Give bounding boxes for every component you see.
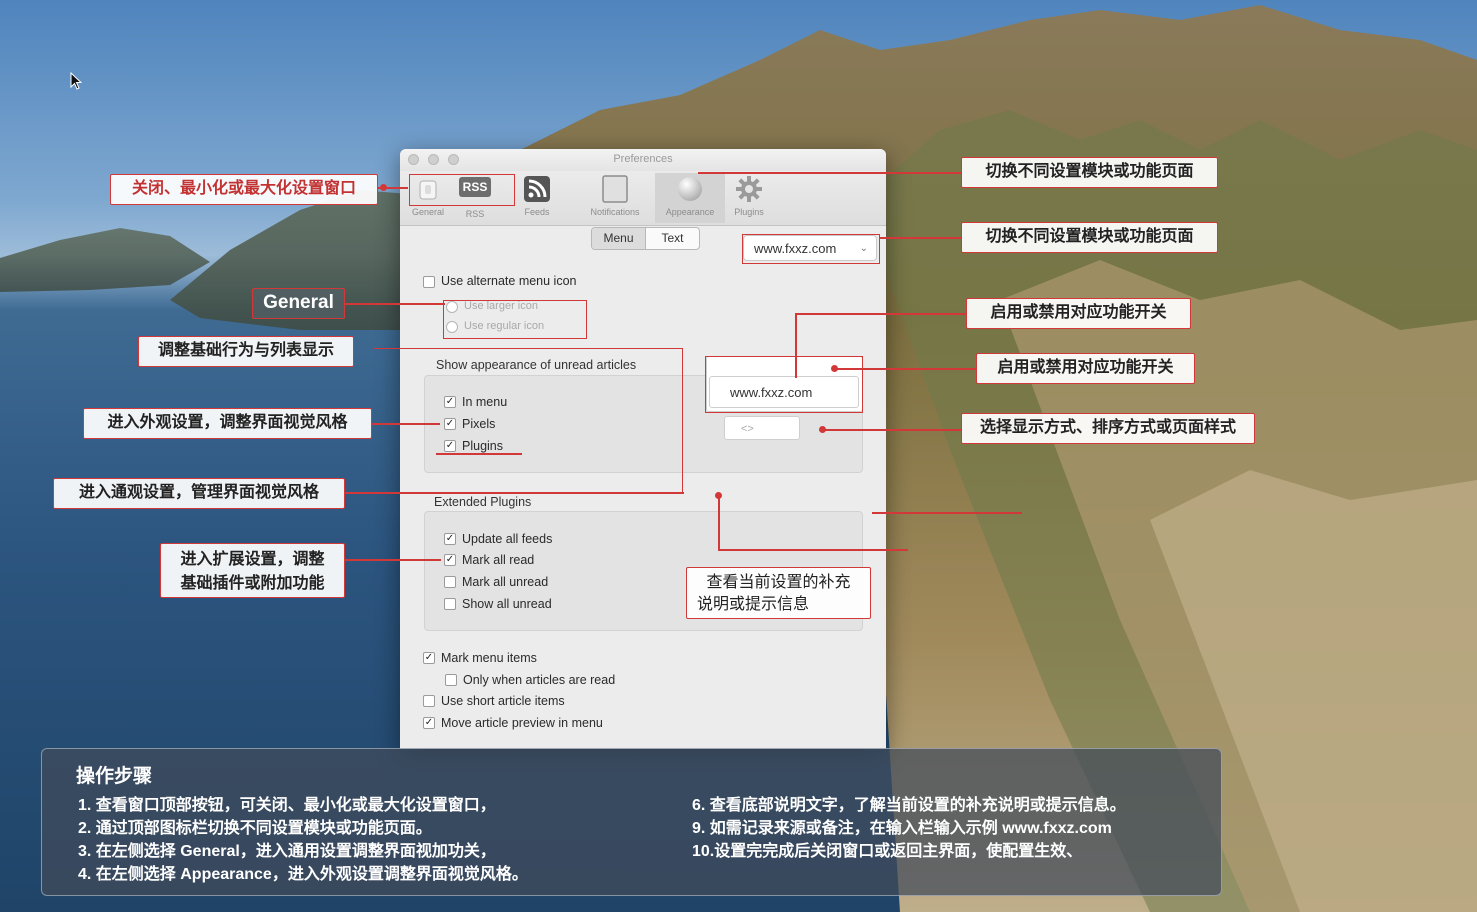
connector-line: [795, 313, 966, 315]
callout-display-mode: 选择显示方式、排序方式或页面样式: [961, 413, 1255, 444]
mark-all-unread-label: Mark all unread: [462, 575, 549, 589]
connector-dot: [831, 365, 838, 372]
extended-section-title: Extended Plugins: [434, 495, 532, 509]
step-item: 1. 查看窗口顶部按钮，可关闭、最小化或最大化设置窗口，: [78, 797, 496, 814]
alternate-menu-icon-label: Use alternate menu icon: [441, 274, 577, 288]
mark-menu-items-checkbox[interactable]: ✓: [423, 652, 435, 664]
mark-menu-items-label: Mark menu items: [441, 651, 537, 665]
connector-line: [718, 496, 720, 550]
gear-icon: [735, 175, 763, 203]
tab-plugins[interactable]: Plugins: [714, 173, 784, 223]
connector-dot: [380, 184, 387, 191]
short-article-items-label: Use short article items: [441, 694, 565, 708]
connector-line: [345, 303, 445, 305]
connector-line: [795, 313, 797, 378]
callout-window-controls: 关闭、最小化或最大化设置窗口: [110, 174, 378, 205]
callout-general-visual: 进入通观设置，管理界面视觉风格: [53, 478, 345, 509]
highlight-dropdown: [742, 234, 880, 264]
connector-dot: [819, 426, 826, 433]
notifications-icon: [601, 175, 629, 203]
step-item: 2. 通过顶部图标栏切换不同设置模块或功能页面。: [78, 820, 432, 837]
connector-line: [835, 368, 976, 370]
short-article-items-checkbox[interactable]: [423, 695, 435, 707]
step-item: 10.设置完完成后关闭窗口或返回主界面，使配置生效、: [692, 843, 1083, 860]
connector-line: [436, 453, 522, 455]
window-title: Preferences: [613, 153, 673, 165]
format-input[interactable]: <>: [724, 416, 800, 440]
callout-general: General: [252, 288, 345, 319]
callout-toggle-1: 启用或禁用对应功能开关: [966, 298, 1191, 329]
steps-title: 操作步骤: [76, 766, 153, 787]
callout-switch-modules-2: 切换不同设置模块或功能页面: [961, 222, 1218, 253]
connector-line: [718, 549, 908, 551]
step-item: 3. 在左侧选择 General，进入通用设置调整界面视加功关，: [78, 843, 496, 860]
tab-label: RSS: [465, 209, 485, 219]
step-item: 4. 在左侧选择 Appearance，进入外观设置调整界面视觉风格。: [78, 866, 528, 883]
highlight-toolbar-left: [409, 174, 515, 206]
callout-toggle-2: 启用或禁用对应功能开关: [976, 353, 1195, 384]
connector-line: [345, 492, 684, 494]
callout-extension-line2: 基础插件或附加功能: [180, 575, 325, 592]
step-item: 6. 查看底部说明文字，了解当前设置的补充说明或提示信息。: [692, 797, 1126, 814]
segment-menu[interactable]: Menu: [592, 228, 646, 249]
callout-basic-behavior: 调整基础行为与列表显示: [138, 336, 354, 367]
show-all-unread-label: Show all unread: [462, 597, 552, 611]
tab-label: Notifications: [590, 207, 640, 217]
highlight-radio-options: [443, 300, 587, 339]
callout-info-line2: 说明或提示信息: [697, 596, 810, 613]
menu-text-segmented-control: Menu Text: [591, 227, 700, 250]
callout-info-line1: 查看当前设置的补充: [706, 574, 851, 591]
only-when-read-checkbox[interactable]: [445, 674, 457, 686]
steps-panel: 操作步骤 1. 查看窗口顶部按钮，可关闭、最小化或最大化设置窗口， 2. 通过顶…: [41, 748, 1222, 896]
segment-text[interactable]: Text: [646, 228, 699, 249]
callout-extension-line1: 进入扩展设置，调整: [180, 551, 325, 568]
connector-line: [698, 172, 961, 174]
highlight-unread-section: [374, 348, 683, 493]
only-when-read-label: Only when articles are read: [463, 673, 616, 687]
alternate-menu-icon-checkbox[interactable]: [423, 276, 435, 288]
mark-all-unread-checkbox[interactable]: [444, 576, 456, 588]
connector-line: [872, 512, 1022, 514]
update-all-feeds-checkbox[interactable]: ✓: [444, 533, 456, 545]
connector-line: [372, 423, 440, 425]
appearance-icon: [676, 175, 704, 203]
highlight-url-field: [705, 356, 863, 413]
callout-extension: 进入扩展设置，调整 基础插件或附加功能: [160, 543, 345, 598]
mouse-cursor-icon: [70, 72, 82, 90]
connector-dot: [715, 492, 722, 499]
tab-label: Feeds: [524, 207, 550, 217]
connector-line: [823, 429, 961, 431]
show-all-unread-checkbox[interactable]: [444, 598, 456, 610]
callout-switch-modules-1: 切换不同设置模块或功能页面: [961, 157, 1218, 188]
step-item: 9. 如需记录来源或备注，在输入栏输入示例 www.fxxz.com: [692, 820, 1112, 837]
tab-label: Plugins: [734, 207, 764, 217]
window-titlebar: Preferences: [400, 149, 886, 171]
article-preview-label: Move article preview in menu: [441, 716, 603, 730]
rss-feed-icon: [523, 175, 551, 203]
callout-appearance: 进入外观设置，调整界面视觉风格: [83, 408, 372, 439]
update-all-feeds-label: Update all feeds: [462, 532, 553, 546]
mark-all-read-label: Mark all read: [462, 553, 535, 567]
article-preview-checkbox[interactable]: ✓: [423, 717, 435, 729]
connector-line: [880, 237, 961, 239]
callout-info: 查看当前设置的补充 说明或提示信息: [686, 567, 871, 619]
mark-all-read-checkbox[interactable]: ✓: [444, 554, 456, 566]
tab-notifications[interactable]: Notifications: [580, 173, 650, 223]
connector-line: [345, 559, 441, 561]
